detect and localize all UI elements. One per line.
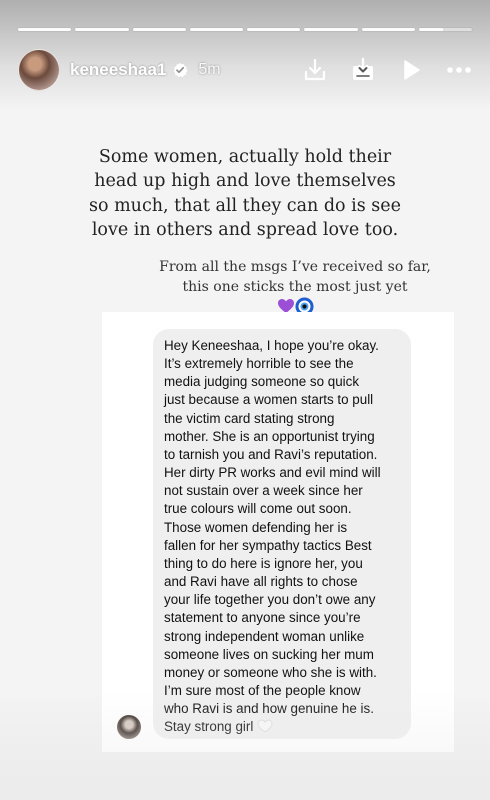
progress-segment — [247, 28, 301, 31]
play-icon[interactable] — [398, 57, 424, 83]
progress-segment — [304, 28, 358, 31]
sender-avatar — [117, 715, 141, 739]
progress-segment — [18, 28, 72, 31]
story-progress-bar — [18, 28, 472, 32]
more-icon[interactable] — [446, 57, 472, 83]
caption-sub-text: From all the msgs I’ve received so far, … — [159, 259, 431, 295]
username[interactable]: keneeshaa1 — [70, 60, 166, 80]
story-header: keneeshaa1 5m — [18, 48, 472, 92]
message-text: Hey Keneeshaa, I hope you’re okay. It’s … — [164, 337, 404, 736]
story-caption: Some women, actually hold their head up … — [0, 120, 490, 243]
add-to-story-icon[interactable] — [350, 57, 376, 83]
white-heart-icon — [257, 719, 273, 733]
profile-avatar[interactable] — [18, 49, 60, 91]
download-icon[interactable] — [302, 57, 328, 83]
story-viewer[interactable]: keneeshaa1 5m Some women, actually hold … — [0, 0, 490, 800]
progress-segment — [132, 28, 186, 31]
progress-segment-current — [418, 28, 472, 31]
header-actions — [302, 57, 472, 83]
progress-segment — [75, 28, 129, 31]
story-subcaption: From all the msgs I’ve received so far, … — [150, 237, 440, 318]
caption-main-text: Some women, actually hold their head up … — [89, 146, 401, 241]
verified-badge-icon — [173, 62, 189, 78]
progress-segment — [361, 28, 415, 31]
post-time: 5m — [198, 61, 221, 78]
message-body: Hey Keneeshaa, I hope you’re okay. It’s … — [164, 338, 381, 735]
progress-segment — [189, 28, 243, 31]
